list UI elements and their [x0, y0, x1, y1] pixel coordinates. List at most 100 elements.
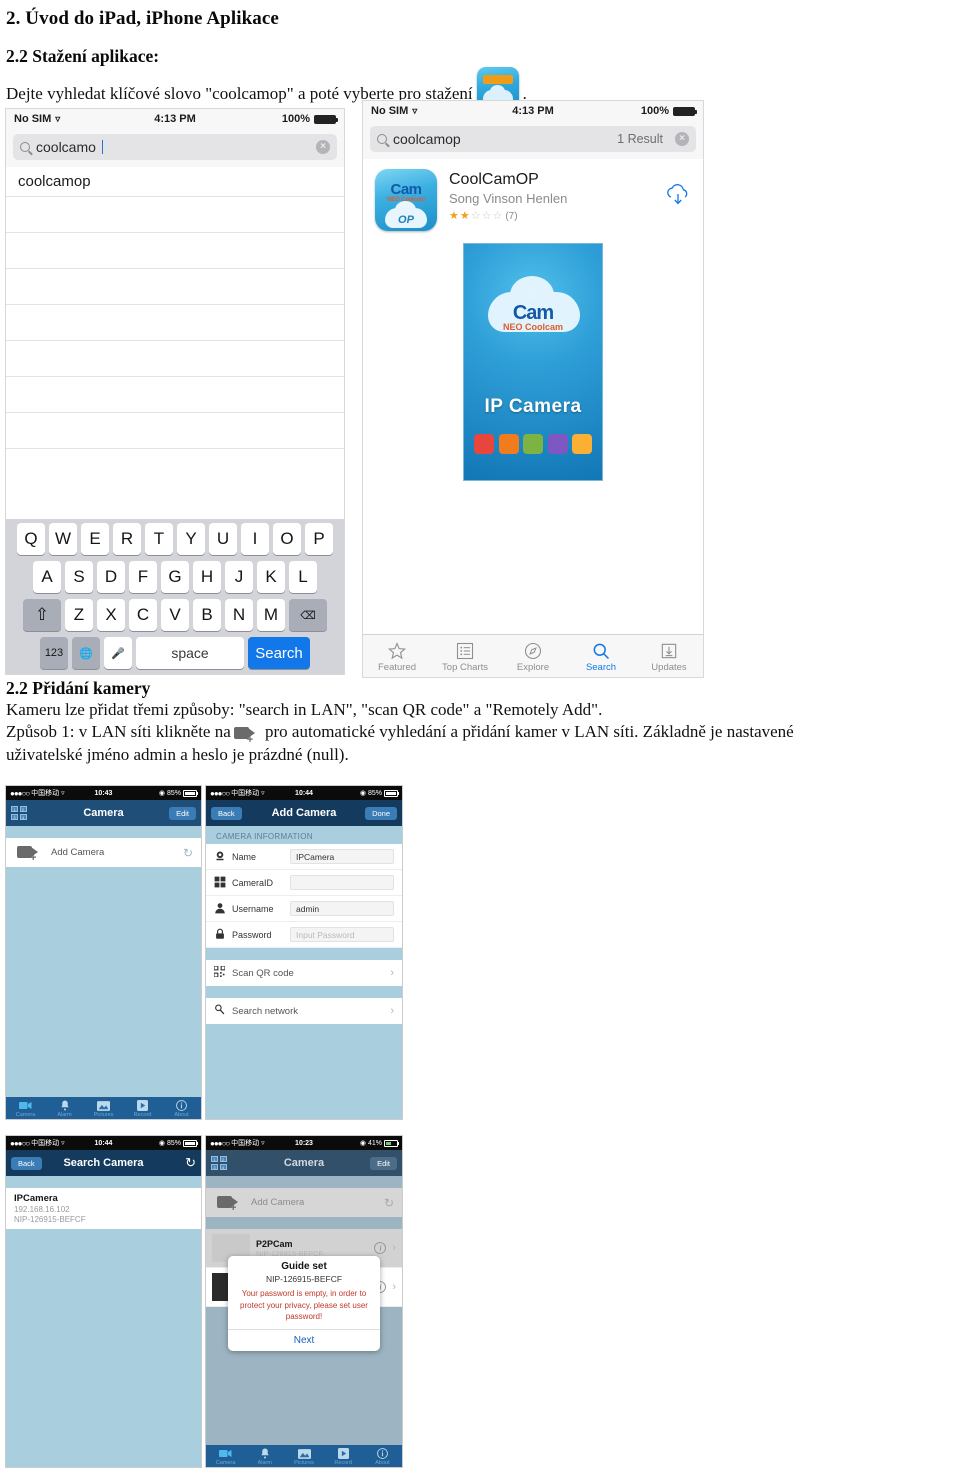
password-field[interactable]: Input Password: [290, 927, 394, 942]
wifi-icon: ▿: [261, 1140, 265, 1147]
tab-about[interactable]: About: [162, 1099, 201, 1118]
key-z[interactable]: Z: [65, 599, 93, 631]
appstore-result-screenshot: No SIM ▿ 4:13 PM 100% coolcamop 1 Result…: [362, 100, 704, 678]
play-icon: [123, 1099, 162, 1112]
add-camera-line-2: Způsob 1: v LAN síti klikněte na + pro au…: [6, 721, 954, 746]
add-camera-row[interactable]: + Add Camera ↻: [6, 838, 201, 867]
search-input[interactable]: coolcamo ×: [13, 134, 337, 160]
camera-list-screenshot: ●●●○○ 中国移动 ▿ 10:43 ◉ 85% 1234 Camera Edi…: [5, 785, 202, 1120]
key-m[interactable]: M: [257, 599, 285, 631]
info-icon[interactable]: i: [374, 1242, 387, 1254]
key-a[interactable]: A: [33, 561, 61, 593]
tab-camera[interactable]: Camera: [206, 1447, 245, 1466]
key-q[interactable]: Q: [17, 523, 45, 555]
download-icon[interactable]: [665, 183, 691, 209]
numbers-key[interactable]: 123: [40, 637, 68, 669]
tab-alarm[interactable]: Alarm: [245, 1447, 284, 1466]
cameraid-field[interactable]: [290, 875, 394, 890]
keyboard-row-4: 123 🌐 🎤 space Search: [8, 637, 342, 669]
camera-add-icon: +: [17, 844, 41, 864]
key-c[interactable]: C: [129, 599, 157, 631]
key-u[interactable]: U: [209, 523, 237, 555]
app-preview-screenshot[interactable]: Cam NEO Coolcam IP Camera: [463, 243, 603, 481]
key-j[interactable]: J: [225, 561, 253, 593]
key-s[interactable]: S: [65, 561, 93, 593]
found-camera-row[interactable]: IPCamera 192.168.16.102 NIP-126915-BEFCF: [6, 1188, 201, 1229]
key-l[interactable]: L: [289, 561, 317, 593]
tab-top-charts[interactable]: Top Charts: [431, 640, 499, 673]
tab-updates[interactable]: Updates: [635, 640, 703, 673]
carrier-label: No SIM: [371, 105, 409, 117]
username-field[interactable]: admin: [290, 901, 394, 916]
chevron-right-icon: ›: [390, 1005, 394, 1017]
tab-record[interactable]: Record: [324, 1447, 363, 1466]
key-t[interactable]: T: [145, 523, 173, 555]
tab-search[interactable]: Search: [567, 640, 635, 673]
tab-pictures[interactable]: Pictures: [84, 1099, 123, 1118]
key-r[interactable]: R: [113, 523, 141, 555]
done-button[interactable]: Done: [365, 806, 397, 820]
add-camera-row[interactable]: + Add Camera ↻: [206, 1188, 402, 1217]
key-p[interactable]: P: [305, 523, 333, 555]
search-network-row[interactable]: Search network ›: [206, 998, 402, 1024]
back-button[interactable]: Back: [11, 1156, 42, 1170]
grid-view-button[interactable]: 1234: [11, 806, 27, 820]
section-add-camera: 2.2 Přidání kamery Kameru lze přidat tře…: [0, 678, 960, 766]
key-o[interactable]: O: [273, 523, 301, 555]
dialog-next-button[interactable]: Next: [228, 1328, 380, 1351]
tab-alarm[interactable]: Alarm: [45, 1099, 84, 1118]
key-f[interactable]: F: [129, 561, 157, 593]
tab-camera[interactable]: Camera: [6, 1099, 45, 1118]
field-label: Name: [232, 851, 257, 862]
key-e[interactable]: E: [81, 523, 109, 555]
tab-featured[interactable]: Featured: [363, 640, 431, 673]
back-button[interactable]: Back: [211, 806, 242, 820]
form-row-password[interactable]: Password Input Password: [206, 922, 402, 948]
name-field[interactable]: IPCamera: [290, 849, 394, 864]
tab-record[interactable]: Record: [123, 1099, 162, 1118]
tab-explore[interactable]: Explore: [499, 640, 567, 673]
shift-key[interactable]: ⇧: [23, 599, 61, 631]
key-y[interactable]: Y: [177, 523, 205, 555]
scan-qr-row[interactable]: Scan QR code ›: [206, 960, 402, 986]
form-row-username[interactable]: Username admin: [206, 896, 402, 922]
key-n[interactable]: N: [225, 599, 253, 631]
clear-search-button[interactable]: ×: [675, 132, 689, 146]
search-input[interactable]: coolcamop 1 Result ×: [370, 126, 696, 152]
microphone-icon[interactable]: 🎤: [104, 637, 132, 669]
key-v[interactable]: V: [161, 599, 189, 631]
page-title: 2. Úvod do iPad, iPhone Aplikace: [6, 8, 279, 29]
refresh-icon[interactable]: ↻: [384, 1196, 394, 1210]
key-w[interactable]: W: [49, 523, 77, 555]
keyboard-row-2: A S D F G H J K L: [8, 561, 342, 593]
grid-view-button[interactable]: 1234: [211, 1156, 227, 1170]
refresh-icon[interactable]: ↻: [185, 1155, 196, 1171]
key-i[interactable]: I: [241, 523, 269, 555]
pictures-icon: [84, 1099, 123, 1112]
refresh-icon[interactable]: ↻: [183, 846, 193, 860]
backspace-key[interactable]: ⌫: [289, 599, 327, 631]
app-result-row[interactable]: Cam NEO Coolcam OP CoolCamOP Song Vinson…: [363, 159, 703, 237]
space-key[interactable]: space: [136, 637, 244, 669]
key-k[interactable]: K: [257, 561, 285, 593]
key-g[interactable]: G: [161, 561, 189, 593]
battery-percent: 100%: [640, 105, 669, 117]
add-camera-line-2-end: pro automatické vyhledání a přidání kame…: [265, 722, 794, 742]
key-x[interactable]: X: [97, 599, 125, 631]
dialog-title: Guide set: [281, 1261, 327, 1272]
key-d[interactable]: D: [97, 561, 125, 593]
search-key[interactable]: Search: [248, 637, 310, 669]
tab-pictures[interactable]: Pictures: [284, 1447, 323, 1466]
globe-icon[interactable]: 🌐: [72, 637, 100, 669]
clear-search-button[interactable]: ×: [316, 140, 330, 154]
key-h[interactable]: H: [193, 561, 221, 593]
form-row-name[interactable]: Name IPCamera: [206, 844, 402, 870]
tab-about[interactable]: About: [363, 1447, 402, 1466]
edit-button[interactable]: Edit: [370, 1156, 397, 1170]
suggestion-item[interactable]: coolcamop: [6, 167, 344, 197]
edit-button[interactable]: Edit: [169, 806, 196, 820]
form-row-cameraid[interactable]: CameraID: [206, 870, 402, 896]
key-b[interactable]: B: [193, 599, 221, 631]
camera-info: P2PCam NIP-126915-BEFCF: [256, 1239, 368, 1258]
